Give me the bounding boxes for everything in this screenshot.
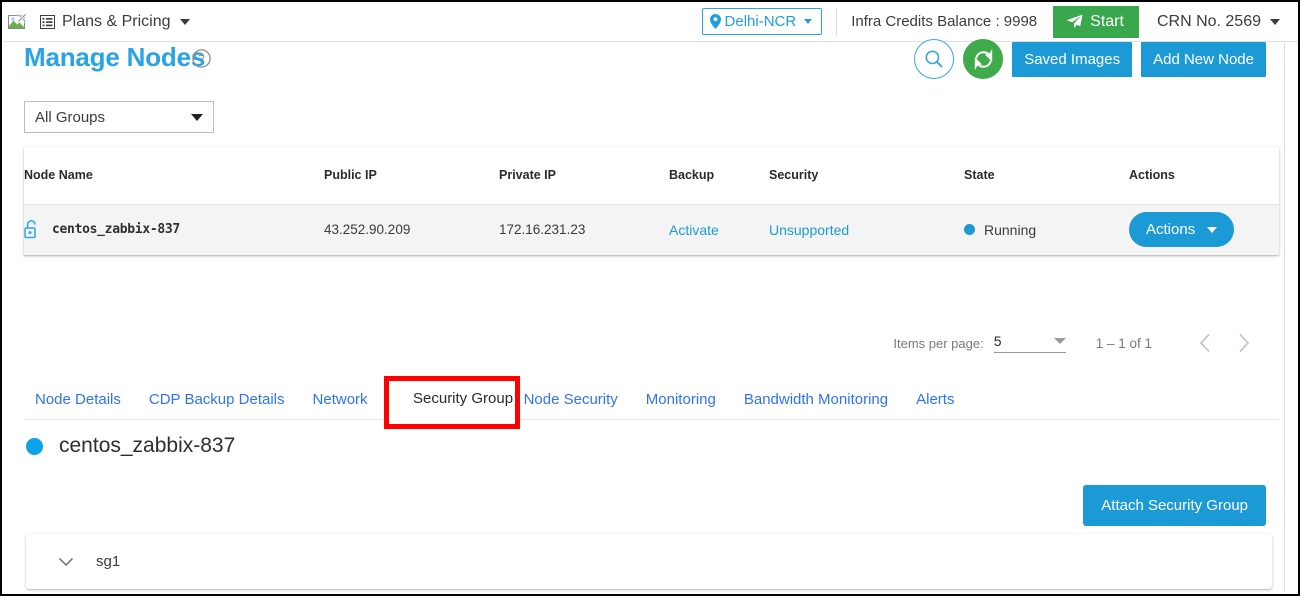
col-actions: Actions (1129, 147, 1279, 205)
list-icon (40, 14, 55, 29)
broken-image-icon (8, 12, 26, 31)
refresh-button[interactable] (963, 39, 1004, 79)
col-public-ip: Public IP (324, 147, 499, 205)
page-title: Manage Nodes (24, 42, 206, 72)
cell-backup: Activate (669, 204, 769, 255)
svg-text:?: ? (198, 52, 205, 66)
col-security: Security (769, 147, 964, 205)
chevron-down-icon (179, 18, 190, 25)
question-mark-circle-icon[interactable]: ? (192, 49, 211, 68)
group-filter-select[interactable]: All Groups (24, 101, 214, 133)
col-state: State (964, 147, 1129, 205)
selected-node-name: centos_zabbix-837 (59, 434, 236, 457)
plans-and-pricing-label: Plans & Pricing (62, 12, 171, 30)
tab-network[interactable]: Network (299, 391, 382, 408)
detail-tabs-list: Node Details CDP Backup Details Network … (24, 380, 1279, 419)
chevron-down-icon (1270, 18, 1280, 25)
activate-backup-link[interactable]: Activate (669, 222, 719, 238)
row-actions-label: Actions (1146, 221, 1196, 239)
nodes-table: Node Name Public IP Private IP Backup Se… (24, 147, 1279, 255)
cell-state: Running (964, 204, 1129, 255)
app-window: Plans & Pricing Delhi-NCR Infra Credits … (0, 0, 1300, 596)
security-group-item[interactable]: sg1 (26, 534, 1272, 589)
col-private-ip: Private IP (499, 147, 669, 205)
chevron-right-icon (1238, 333, 1249, 353)
cell-public-ip: 43.252.90.209 (324, 204, 499, 255)
chevron-down-icon (1207, 226, 1218, 233)
cell-private-ip: 172.16.231.23 (499, 204, 669, 255)
items-per-page-label: Items per page: (893, 335, 984, 351)
start-button[interactable]: Start (1053, 5, 1139, 38)
region-label: Delhi-NCR (724, 13, 797, 30)
page-header: Manage Nodes ? Saved Images Add New Node (4, 39, 1288, 84)
send-plane-icon (1066, 14, 1083, 29)
crn-menu[interactable]: CRN No. 2569 (1157, 13, 1280, 31)
row-actions-button[interactable]: Actions (1129, 212, 1235, 248)
table-header-row: Node Name Public IP Private IP Backup Se… (24, 147, 1279, 205)
add-new-node-button[interactable]: Add New Node (1141, 41, 1266, 77)
tab-alerts[interactable]: Alerts (902, 391, 968, 408)
nodes-table-body: centos_zabbix-837 43.252.90.209 172.16.2… (24, 204, 1279, 255)
location-pin-icon (709, 14, 721, 29)
saved-images-button[interactable]: Saved Images (1012, 41, 1133, 77)
col-backup: Backup (669, 147, 769, 205)
infra-credits-balance: Infra Credits Balance : 9998 (851, 13, 1038, 30)
node-name-text: centos_zabbix-837 (52, 222, 180, 238)
unlocked-padlock-icon (24, 220, 36, 239)
content-right-edge (1284, 43, 1296, 592)
search-button[interactable] (914, 39, 955, 79)
security-group-name: sg1 (96, 553, 121, 570)
start-button-label: Start (1090, 12, 1124, 30)
tab-security-group[interactable]: Security Group (399, 390, 527, 407)
status-dot-icon (964, 224, 975, 236)
nodes-table-head: Node Name Public IP Private IP Backup Se… (24, 147, 1279, 205)
security-unsupported-link[interactable]: Unsupported (769, 222, 849, 238)
crn-label: CRN No. 2569 (1156, 12, 1261, 30)
top-bar-right-group: Delhi-NCR Infra Credits Balance : 9998 S… (701, 2, 1280, 41)
page-header-actions: Saved Images Add New Node (914, 39, 1266, 79)
nodes-table-card: Node Name Public IP Private IP Backup Se… (24, 147, 1279, 255)
tab-bandwidth-monitoring[interactable]: Bandwidth Monitoring (730, 391, 902, 408)
divider (836, 7, 838, 36)
search-icon (925, 50, 943, 68)
cell-actions: Actions (1129, 204, 1279, 255)
chevron-down-icon[interactable] (58, 557, 74, 567)
group-filter-value: All Groups (35, 108, 106, 126)
page-range-label: 1 – 1 of 1 (1095, 335, 1152, 351)
chevron-down-icon (191, 113, 203, 121)
table-row[interactable]: centos_zabbix-837 43.252.90.209 172.16.2… (24, 204, 1279, 255)
next-page-button[interactable] (1224, 324, 1262, 362)
cell-node-name: centos_zabbix-837 (24, 204, 324, 255)
plans-and-pricing-menu[interactable]: Plans & Pricing (40, 13, 190, 31)
col-node-name: Node Name (24, 147, 324, 205)
region-selector[interactable]: Delhi-NCR (701, 8, 823, 35)
items-per-page-value: 5 (993, 333, 1002, 349)
selected-node-heading: centos_zabbix-837 (26, 434, 235, 458)
tab-monitoring[interactable]: Monitoring (632, 391, 730, 408)
tab-node-details[interactable]: Node Details (24, 391, 135, 408)
tab-node-security[interactable]: Node Security (510, 391, 632, 408)
previous-page-button[interactable] (1186, 324, 1224, 362)
top-navigation-bar: Plans & Pricing Delhi-NCR Infra Credits … (4, 2, 1298, 42)
refresh-icon (974, 48, 992, 70)
cell-security: Unsupported (769, 204, 964, 255)
status-dot-icon (26, 437, 43, 455)
chevron-down-icon (1053, 338, 1066, 344)
chevron-left-icon (1199, 333, 1210, 353)
tab-cdp-backup-details[interactable]: CDP Backup Details (135, 391, 299, 408)
attach-security-group-button[interactable]: Attach Security Group (1083, 485, 1266, 526)
chevron-down-icon (804, 19, 813, 24)
page-content: Manage Nodes ? Saved Images Add New Node… (4, 39, 1288, 594)
paginator: Items per page: 5 1 – 1 of 1 (893, 324, 1262, 362)
items-per-page-select[interactable]: 5 (993, 333, 1066, 353)
status-badge: Running (984, 221, 1037, 238)
detail-tabs: Node Details CDP Backup Details Network … (24, 376, 1279, 429)
